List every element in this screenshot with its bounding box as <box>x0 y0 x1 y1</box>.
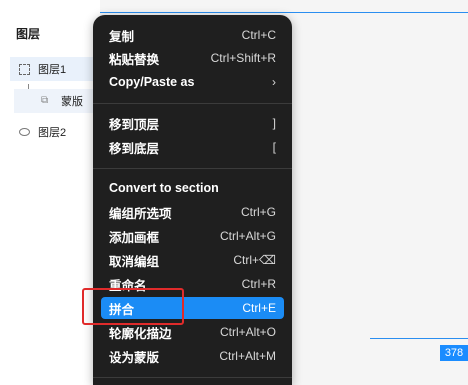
chevron-right-icon: › <box>272 75 276 89</box>
layer-label: 图层2 <box>38 127 67 139</box>
menu-item-group-selection[interactable]: 编组所选项 Ctrl+G <box>101 201 284 223</box>
layer-item-1[interactable]: 图层1 <box>10 57 100 81</box>
menu-item-ungroup[interactable]: 取消编组 Ctrl+⌫ <box>101 249 284 271</box>
menu-item-label: 重命名 <box>109 278 147 293</box>
layer-label: 图层1 <box>38 64 67 76</box>
dimension-badge: 378 <box>440 345 468 361</box>
menu-item-convert-to-section[interactable]: Convert to section <box>101 177 284 199</box>
context-menu: 复制 Ctrl+C 粘贴替换 Ctrl+Shift+R Copy/Paste a… <box>93 15 292 385</box>
layers-title: 图层 <box>16 27 41 41</box>
menu-item-shortcut: Ctrl+Alt+G <box>219 229 276 243</box>
menu-item-shortcut: [ <box>272 140 276 154</box>
frame-icon <box>19 63 30 75</box>
layer-item-2[interactable]: 图层2 <box>10 120 100 144</box>
mask-icon: ⧉ <box>41 95 49 106</box>
menu-item-shortcut: Ctrl+E <box>242 301 276 315</box>
menu-item-copy-paste-as[interactable]: Copy/Paste as › <box>101 71 284 93</box>
menu-item-label: 复制 <box>109 29 135 44</box>
menu-item-label: 移到顶层 <box>109 117 160 132</box>
ellipse-icon <box>19 128 30 136</box>
menu-item-label: Copy/Paste as <box>109 75 195 89</box>
menu-item-label: 轮廓化描边 <box>109 326 172 341</box>
menu-item-shortcut: Ctrl+Shift+R <box>210 51 276 65</box>
menu-divider <box>93 168 292 169</box>
layer-label: 蒙版 <box>61 96 83 108</box>
menu-item-use-as-mask[interactable]: 设为蒙版 Ctrl+Alt+M <box>101 345 284 367</box>
menu-item-shortcut: Ctrl+G <box>240 205 276 219</box>
menu-item-flatten[interactable]: 拼合 Ctrl+E <box>101 297 284 319</box>
menu-item-label: 取消编组 <box>109 254 160 269</box>
menu-item-send-to-back[interactable]: 移到底层 [ <box>101 136 284 158</box>
menu-item-shortcut: Ctrl+C <box>241 28 276 42</box>
menu-item-add-frame[interactable]: 添加画框 Ctrl+Alt+G <box>101 225 284 247</box>
menu-item-shortcut: Ctrl+Alt+O <box>219 325 276 339</box>
selection-edge-top <box>100 12 468 13</box>
menu-item-bring-to-front[interactable]: 移到顶层 ] <box>101 112 284 134</box>
menu-item-shortcut: ] <box>272 116 276 130</box>
menu-divider <box>93 377 292 378</box>
menu-item-label: 移到底层 <box>109 141 160 156</box>
layer-item-mask[interactable]: ⧉ 蒙版 <box>14 89 104 113</box>
menu-item-label: 设为蒙版 <box>109 350 160 365</box>
layers-panel: 图层 图层1 ⧉ 蒙版 图层2 <box>0 0 104 385</box>
menu-item-label: 添加画框 <box>109 230 160 245</box>
menu-item-label: 粘贴替换 <box>109 52 160 67</box>
menu-item-label: Convert to section <box>109 181 219 195</box>
menu-item-outline-stroke[interactable]: 轮廓化描边 Ctrl+Alt+O <box>101 321 284 343</box>
menu-item-shortcut: Ctrl+R <box>241 277 276 291</box>
menu-divider <box>93 103 292 104</box>
menu-item-label: 编组所选项 <box>109 206 172 221</box>
selection-edge-bottom <box>370 338 468 339</box>
menu-item-paste-replace[interactable]: 粘贴替换 Ctrl+Shift+R <box>101 47 284 69</box>
menu-item-shortcut: Ctrl+Alt+M <box>219 349 276 363</box>
menu-item-shortcut: Ctrl+⌫ <box>233 253 276 267</box>
menu-item-rename[interactable]: 重命名 Ctrl+R <box>101 273 284 295</box>
menu-item-label: 拼合 <box>109 302 135 317</box>
menu-item-copy[interactable]: 复制 Ctrl+C <box>101 24 284 46</box>
